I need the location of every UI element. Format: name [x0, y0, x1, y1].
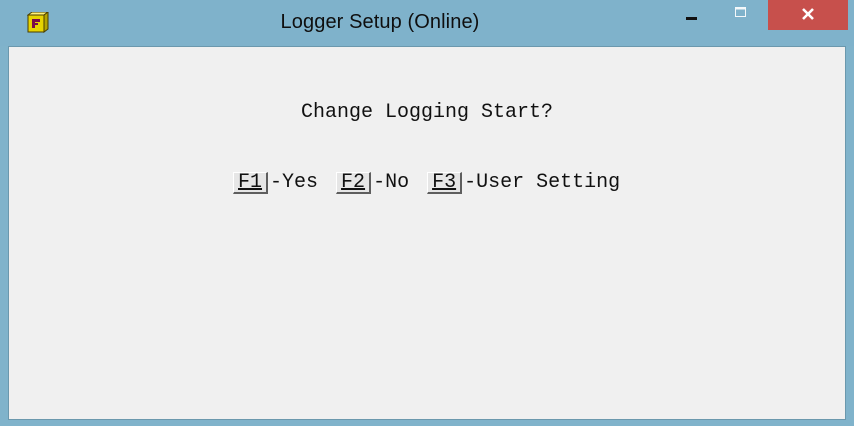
- options-row: F1 -Yes F2 -No F3 -User Setting: [161, 148, 620, 194]
- f1-key-button[interactable]: F1: [233, 172, 269, 194]
- minimize-button[interactable]: [671, 0, 713, 28]
- option-yes: F1 -Yes: [233, 171, 318, 194]
- option-user-setting-label: -User Setting: [464, 171, 621, 194]
- minimize-icon: [686, 17, 697, 20]
- title-bar[interactable]: Logger Setup (Online): [0, 0, 854, 46]
- maximize-icon: [735, 7, 746, 17]
- maximize-button[interactable]: [720, 0, 762, 28]
- option-user-setting: F3 -User Setting: [427, 171, 620, 194]
- option-no: F2 -No: [336, 171, 409, 194]
- option-no-label: -No: [373, 171, 410, 194]
- option-yes-label: -Yes: [270, 171, 319, 194]
- f2-key-button[interactable]: F2: [336, 172, 372, 194]
- close-icon: [802, 8, 814, 20]
- prompt-text: Change Logging Start?: [300, 101, 554, 124]
- f3-key-button[interactable]: F3: [427, 172, 463, 194]
- window-title: Logger Setup (Online): [280, 11, 480, 33]
- dialog-client-area: Change Logging Start? F1 -Yes F2 -No F3 -User…: [8, 46, 846, 420]
- logger-setup-window: Logger Setup (Online) Change Logging Sta…: [0, 0, 854, 426]
- close-button[interactable]: [768, 0, 848, 30]
